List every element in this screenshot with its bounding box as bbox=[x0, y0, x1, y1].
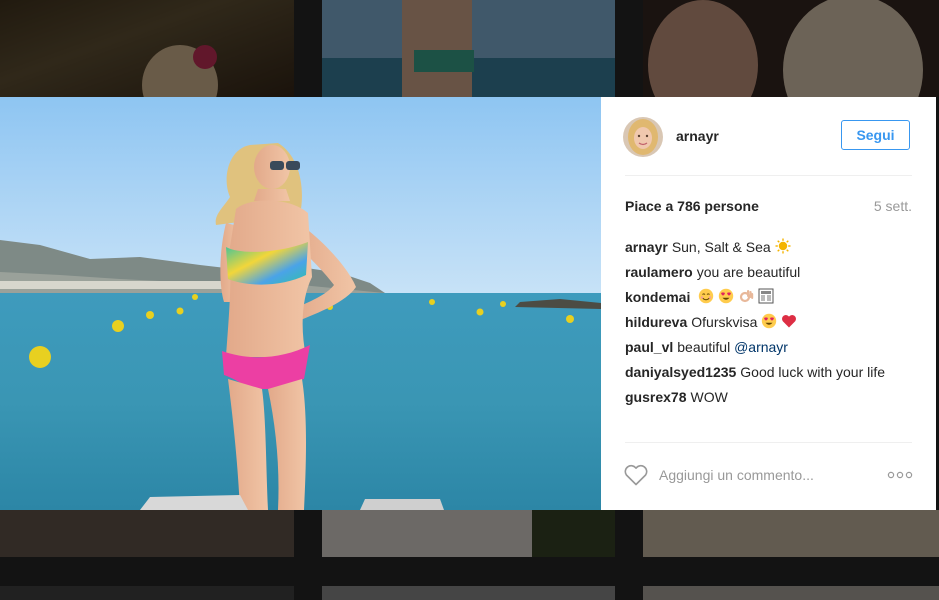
post-image bbox=[0, 97, 601, 510]
comment-text: WOW bbox=[690, 389, 728, 405]
comments-list: arnayr Sun, Salt & Sea raulamero you are b… bbox=[625, 235, 915, 410]
divider bbox=[625, 442, 912, 443]
heart-eyes-emoji-icon bbox=[762, 313, 777, 329]
comment-username[interactable]: raulamero bbox=[625, 264, 693, 280]
heart-icon[interactable] bbox=[623, 463, 649, 487]
comment-username[interactable]: arnayr bbox=[625, 239, 668, 255]
comment-text: Good luck with your life bbox=[740, 364, 886, 380]
avatar[interactable] bbox=[623, 117, 663, 157]
comment-username[interactable]: kondemai bbox=[625, 289, 690, 305]
comment-username[interactable]: paul_vl bbox=[625, 339, 673, 355]
ok-hand-emoji-icon bbox=[739, 290, 754, 303]
comment-item: paul_vl beautiful @arnayr bbox=[625, 335, 915, 360]
post-timestamp[interactable]: 5 sett. bbox=[874, 198, 912, 214]
post-header: arnayr Segui bbox=[601, 97, 936, 175]
comment-item: hildureva Ofurskvisa bbox=[625, 310, 915, 335]
sun-emoji-icon bbox=[775, 238, 791, 254]
comment-item: kondemai bbox=[625, 285, 915, 310]
divider bbox=[625, 175, 912, 176]
post-photo bbox=[0, 97, 601, 510]
comment-text: you are beautiful bbox=[696, 264, 801, 280]
red-heart-emoji-icon bbox=[782, 315, 797, 328]
comment-username[interactable]: gusrex78 bbox=[625, 389, 686, 405]
comment-username[interactable]: hildureva bbox=[625, 314, 687, 330]
comment-item: daniyalsyed1235 Good luck with your life bbox=[625, 360, 915, 385]
more-options-icon[interactable] bbox=[887, 466, 913, 484]
comment-text: Ofurskvisa bbox=[691, 314, 758, 330]
post-username[interactable]: arnayr bbox=[676, 128, 719, 144]
flag-emoji-icon bbox=[758, 288, 774, 304]
comment-username[interactable]: daniyalsyed1235 bbox=[625, 364, 736, 380]
comment-item: gusrex78 WOW bbox=[625, 385, 915, 410]
comment-text: Sun, Salt & Sea bbox=[671, 239, 771, 255]
comment-item: raulamero you are beautiful bbox=[625, 260, 915, 285]
post-sidebar: arnayr Segui Piace a 786 persone 5 sett.… bbox=[601, 97, 936, 510]
follow-button[interactable]: Segui bbox=[841, 120, 910, 150]
avatar-image bbox=[623, 117, 663, 157]
comment-item: arnayr Sun, Salt & Sea bbox=[625, 235, 915, 260]
smiling-face-emoji-icon bbox=[699, 288, 714, 304]
comment-mention[interactable]: @arnayr bbox=[734, 339, 788, 355]
post-modal: arnayr Segui Piace a 786 persone 5 sett.… bbox=[0, 97, 936, 510]
likes-count[interactable]: Piace a 786 persone bbox=[625, 198, 759, 214]
heart-eyes-emoji-icon bbox=[718, 288, 734, 304]
add-comment-input[interactable] bbox=[659, 463, 859, 487]
comment-text: beautiful bbox=[677, 339, 731, 355]
